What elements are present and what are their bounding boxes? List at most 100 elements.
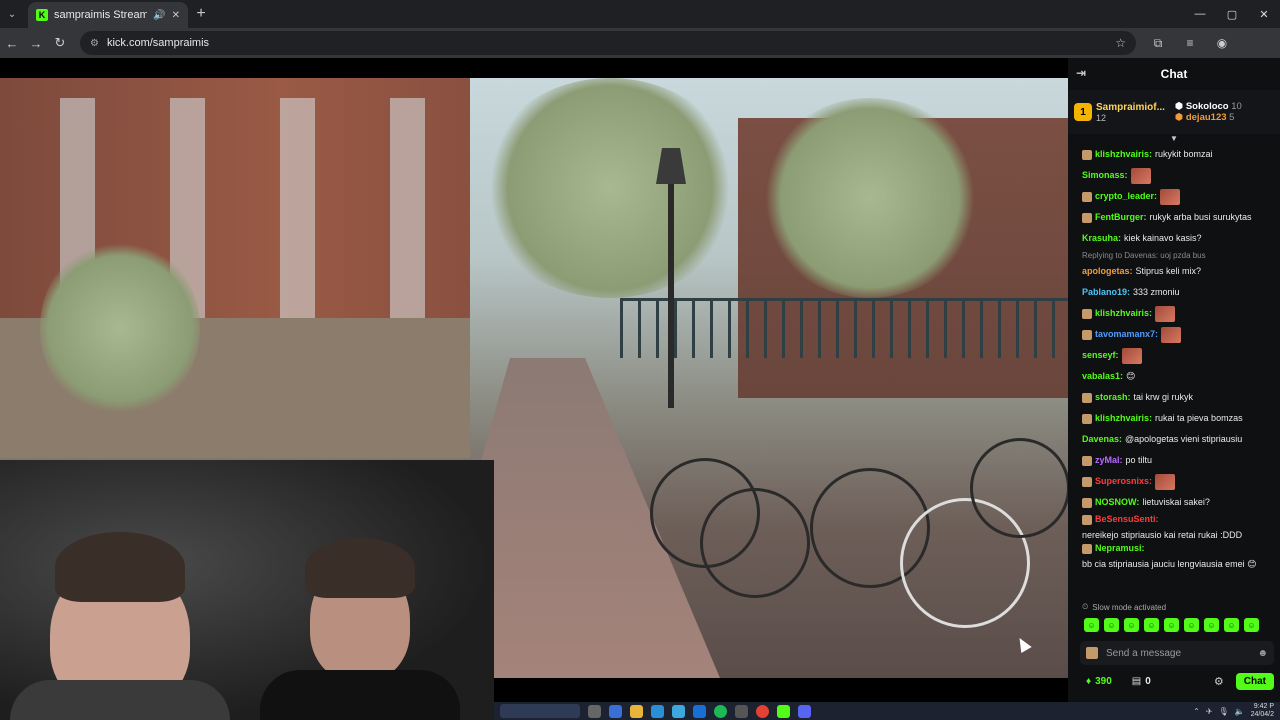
bag-icon[interactable]: ▤: [1132, 676, 1141, 687]
emote-button[interactable]: ☺: [1104, 618, 1119, 632]
chat-username[interactable]: BeSensuSenti:: [1095, 513, 1159, 526]
url-text: kick.com/sampraimis: [106, 37, 210, 49]
edge-icon[interactable]: [651, 704, 664, 718]
chat-header: ⇥ Chat: [1068, 58, 1280, 90]
taskview-icon[interactable]: [588, 704, 601, 718]
message-placeholder: Send a message: [1106, 647, 1182, 659]
site-info-icon[interactable]: ⚙: [90, 38, 99, 49]
chat-text: lietuviskai sakei?: [1142, 497, 1210, 507]
chat-username[interactable]: zyMal:: [1095, 454, 1123, 467]
chat-username[interactable]: FentBurger:: [1095, 211, 1147, 224]
supporter-row[interactable]: ⬢ dejau123 5: [1175, 112, 1242, 123]
address-bar[interactable]: ⚙ kick.com/sampraimis ☆: [80, 31, 1136, 55]
tree: [40, 238, 200, 418]
chat-username[interactable]: klishzhvairis:: [1095, 148, 1152, 161]
emote-button[interactable]: ☺: [1164, 618, 1179, 632]
clock[interactable]: 9:42 P 24/04/2: [1251, 703, 1274, 719]
volume-icon[interactable]: 🔈: [1235, 707, 1245, 716]
discord-icon[interactable]: [798, 704, 811, 718]
chat-username[interactable]: tavomamanx7:: [1095, 328, 1158, 341]
reply-context: Replying to Davenas: uoj pzda bus: [1082, 251, 1206, 260]
network-icon[interactable]: ✈: [1206, 707, 1213, 716]
emote-button[interactable]: ☺: [1204, 618, 1219, 632]
chevron-up-icon[interactable]: ⌃: [1193, 707, 1200, 716]
browser-toolbar: ← → ↻ ⚙ kick.com/sampraimis ☆ ⧉ ≡ ◉: [0, 28, 1280, 58]
copilot-icon[interactable]: [609, 704, 622, 718]
store-icon[interactable]: [672, 704, 685, 718]
subscriber-badge-icon: [1082, 543, 1092, 554]
chat-username[interactable]: klishzhvairis:: [1095, 307, 1152, 320]
top-supporter-name[interactable]: Sampraimiof...: [1096, 102, 1165, 113]
chat-message: Krasuha: kiek kainavo kasis?: [1082, 228, 1272, 249]
taskbar-search[interactable]: [500, 704, 580, 718]
chat-message: NOSNOW: lietuviskai sakei?: [1082, 492, 1272, 513]
browser-tab[interactable]: K sampraimis Stream - Watch 🔊 ✕: [28, 2, 188, 28]
spotify-icon[interactable]: [714, 704, 727, 718]
chat-username[interactable]: senseyf:: [1082, 349, 1119, 362]
chrome-icon[interactable]: [756, 704, 769, 718]
chat-username[interactable]: klishzhvairis:: [1095, 412, 1152, 425]
subscriber-badge-icon: [1082, 212, 1092, 223]
speaker-icon[interactable]: 🔊: [153, 10, 165, 21]
chat-username[interactable]: crypto_leader:: [1095, 190, 1157, 203]
maximize-icon[interactable]: ▢: [1216, 8, 1248, 21]
chat-message: Davenas: @apologetas vieni stipriausiu: [1082, 429, 1272, 450]
extensions-icon[interactable]: ⧉: [1144, 36, 1172, 51]
mic-icon[interactable]: 🎙: [1219, 707, 1229, 716]
forward-icon[interactable]: →: [24, 36, 48, 51]
emote-button[interactable]: ☺: [1244, 618, 1259, 632]
top-supporter-count: 12: [1096, 112, 1107, 123]
chat-username[interactable]: NOSNOW:: [1095, 496, 1139, 509]
app-icon[interactable]: [735, 704, 748, 718]
emoji-icon[interactable]: ☻: [1257, 648, 1268, 659]
kick-app-icon[interactable]: [777, 704, 790, 718]
chat-footer: ♦ 390 ▤ 0 ⚙ Chat: [1068, 665, 1280, 690]
supporter-row[interactable]: ⬢ Sokoloco 10: [1175, 101, 1242, 112]
chat-username[interactable]: Krasuha:: [1082, 232, 1121, 245]
chat-username[interactable]: Pablano19:: [1082, 286, 1130, 299]
chat-message: zyMal: po tiltu: [1082, 450, 1272, 471]
emote-image: [1155, 473, 1176, 490]
emote-button[interactable]: ☺: [1084, 618, 1099, 632]
back-icon[interactable]: ←: [0, 36, 24, 51]
settings-gear-icon[interactable]: ⚙: [1214, 675, 1224, 688]
file-explorer-icon[interactable]: [630, 704, 643, 718]
chat-message: Nepramusi: bb cia stipriausia jauciu leng…: [1082, 542, 1272, 571]
chat-username[interactable]: Superosnixs:: [1095, 475, 1152, 488]
profile-icon[interactable]: ◉: [1208, 36, 1236, 51]
chat-message: klishzhvairis: rukykit bomzai: [1082, 144, 1272, 165]
top-supporters: 1 Sampraimiof... 12 ⬢ Sokoloco 10 ⬢ deja…: [1068, 90, 1280, 134]
chat-username[interactable]: apologetas:: [1082, 265, 1133, 278]
collapse-chat-icon[interactable]: ⇥: [1076, 66, 1086, 80]
emote-button[interactable]: ☺: [1124, 618, 1139, 632]
chat-message: crypto_leader:: [1082, 186, 1272, 207]
reload-icon[interactable]: ↻: [48, 35, 72, 51]
user-badge-icon: [1086, 647, 1098, 659]
close-tab-icon[interactable]: ✕: [172, 10, 180, 21]
minimize-icon[interactable]: —: [1184, 8, 1216, 21]
gift-badge-icon: 1: [1074, 103, 1092, 121]
send-chat-button[interactable]: Chat: [1235, 673, 1274, 690]
close-window-icon[interactable]: ✕: [1248, 8, 1280, 21]
chat-panel: ⇥ Chat 1 Sampraimiof... 12 ⬢ Sokoloco 10…: [1068, 58, 1280, 702]
media-icon[interactable]: ≡: [1176, 36, 1204, 51]
chat-text: rukai ta pieva bomzas: [1155, 413, 1243, 423]
emote-button[interactable]: ☺: [1144, 618, 1159, 632]
tab-search-icon[interactable]: ⌄: [0, 0, 24, 28]
message-input[interactable]: Send a message ☻: [1080, 641, 1274, 665]
chat-username[interactable]: Nepramusi:: [1095, 542, 1145, 555]
bookmark-star-icon[interactable]: ☆: [1115, 36, 1126, 50]
points-count: 390: [1095, 676, 1112, 687]
emote-button[interactable]: ☺: [1184, 618, 1199, 632]
chat-username[interactable]: vabalas1:: [1082, 370, 1123, 383]
expand-chevron-icon[interactable]: ▼: [1068, 134, 1280, 144]
points-icon[interactable]: ♦: [1086, 676, 1091, 687]
chat-username[interactable]: Davenas:: [1082, 433, 1122, 446]
chat-username[interactable]: Simonass:: [1082, 169, 1128, 182]
chat-message: klishzhvairis:: [1082, 303, 1272, 324]
subscriber-badge-icon: [1082, 413, 1092, 424]
chat-username[interactable]: storash:: [1095, 391, 1131, 404]
emote-button[interactable]: ☺: [1224, 618, 1239, 632]
mail-icon[interactable]: [693, 704, 706, 718]
new-tab-button[interactable]: +: [188, 5, 214, 23]
